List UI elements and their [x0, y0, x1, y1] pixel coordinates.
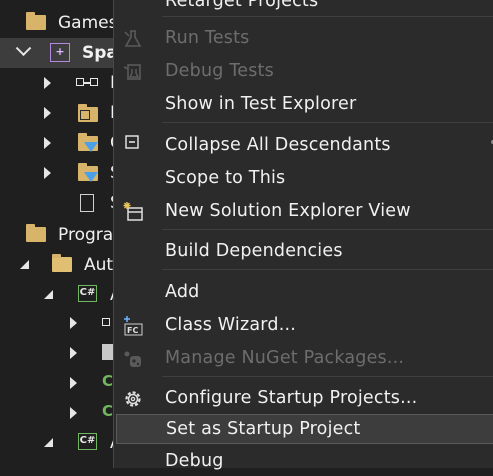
tree-item-cs-file-2[interactable]: C — [0, 398, 113, 428]
tree-item-selected-project[interactable]: + Spa — [0, 38, 113, 68]
collapsed-arrow-icon[interactable] — [44, 107, 51, 119]
menu-separator — [162, 229, 493, 230]
solution-explorer-tree: Games + Spa I I C S S Prograr — [0, 0, 113, 462]
folder-open-icon — [52, 254, 72, 272]
menu-item-retarget-projects[interactable]: Retarget Projects — [114, 0, 493, 16]
collapse-icon — [125, 135, 139, 149]
collapsed-arrow-icon[interactable] — [70, 317, 77, 329]
expanded-arrow-icon[interactable] — [20, 260, 29, 269]
menu-separator — [162, 376, 493, 377]
menu-item-set-as-startup-project[interactable]: Set as Startup Project — [116, 414, 493, 444]
gear-icon — [125, 391, 141, 407]
filter-icon — [84, 172, 98, 182]
dependencies-icon — [102, 318, 110, 326]
menu-item-debug[interactable]: Debug — [114, 446, 493, 476]
tree-item-programs[interactable]: Prograr — [0, 220, 113, 250]
filter-icon — [84, 142, 98, 152]
document-icon — [80, 194, 94, 212]
menu-item-debug-tests[interactable]: Debug Tests — [114, 56, 493, 86]
new-window-icon — [123, 202, 143, 221]
flask-icon — [124, 30, 142, 47]
expanded-arrow-icon[interactable] — [44, 438, 53, 447]
collapsed-arrow-icon[interactable] — [70, 407, 77, 419]
menu-item-class-wizard[interactable]: FC Class Wizard... — [114, 310, 493, 340]
folder-icon — [26, 224, 46, 242]
collapsed-arrow-icon[interactable] — [70, 377, 77, 389]
menu-item-new-solution-explorer-view[interactable]: New Solution Explorer View — [114, 196, 493, 226]
csharp-project-icon: C# — [78, 433, 97, 450]
tree-item-label: Auto — [84, 255, 113, 275]
tree-item-games[interactable]: Games — [0, 8, 113, 38]
collapsed-arrow-icon[interactable] — [44, 77, 51, 89]
menu-item-show-in-test-explorer[interactable]: Show in Test Explorer — [114, 89, 493, 119]
shortcut-icon — [80, 110, 90, 120]
collapsed-arrow-icon[interactable] — [44, 167, 51, 179]
context-menu: Retarget Projects Run Tests Debug Tests … — [113, 0, 493, 471]
svg-text:FC: FC — [127, 326, 138, 335]
menu-item-manage-nuget-packages[interactable]: Manage NuGet Packages... — [114, 343, 493, 373]
csharp-file-icon: C — [102, 372, 113, 390]
menu-item-configure-startup-projects[interactable]: Configure Startup Projects... — [114, 383, 493, 413]
properties-icon — [102, 344, 113, 360]
collapsed-arrow-icon[interactable] — [44, 137, 51, 149]
tree-item-label: Prograr — [58, 225, 113, 245]
folder-icon — [26, 12, 46, 30]
tree-item-references[interactable]: I — [0, 68, 113, 98]
menu-separator — [162, 16, 493, 17]
menu-separator — [162, 269, 493, 270]
tree-item-auto[interactable]: Auto — [0, 250, 113, 280]
references-icon — [76, 78, 84, 86]
tree-item-label: Spa — [82, 43, 113, 63]
tree-item-external-deps[interactable]: I — [0, 98, 113, 128]
nuget-icon — [124, 351, 141, 367]
menu-item-build-dependencies[interactable]: Build Dependencies — [114, 236, 493, 266]
menu-item-scope-to-this[interactable]: Scope to This — [114, 163, 493, 193]
tree-item-deps[interactable] — [0, 308, 113, 338]
expanded-arrow-icon[interactable] — [15, 40, 32, 57]
csharp-project-icon: C# — [78, 285, 97, 302]
tree-item-file[interactable]: S — [0, 188, 113, 218]
class-wizard-icon: FC — [124, 316, 143, 336]
tree-item-label: Games — [58, 13, 113, 33]
tree-item-csharp-project-1[interactable]: C# A — [0, 280, 113, 310]
tree-item-cs-file-1[interactable]: C — [0, 368, 113, 398]
tree-item-properties[interactable]: S — [0, 338, 113, 368]
tree-item-filter-2[interactable]: S — [0, 158, 113, 188]
menu-item-run-tests[interactable]: Run Tests — [114, 23, 493, 53]
tree-item-csharp-project-2[interactable]: C# A — [0, 428, 113, 458]
menu-separator — [162, 122, 493, 123]
menu-item-add[interactable]: Add — [114, 277, 493, 307]
debug-flask-icon — [123, 64, 141, 80]
collapsed-arrow-icon[interactable] — [70, 347, 77, 359]
tree-item-filter-1[interactable]: C — [0, 128, 113, 158]
menu-item-collapse-all-descendants[interactable]: Collapse All Descendants — [114, 130, 493, 160]
csharp-file-icon: C — [102, 402, 113, 420]
project-icon: + — [50, 43, 70, 62]
expanded-arrow-icon[interactable] — [44, 290, 53, 299]
